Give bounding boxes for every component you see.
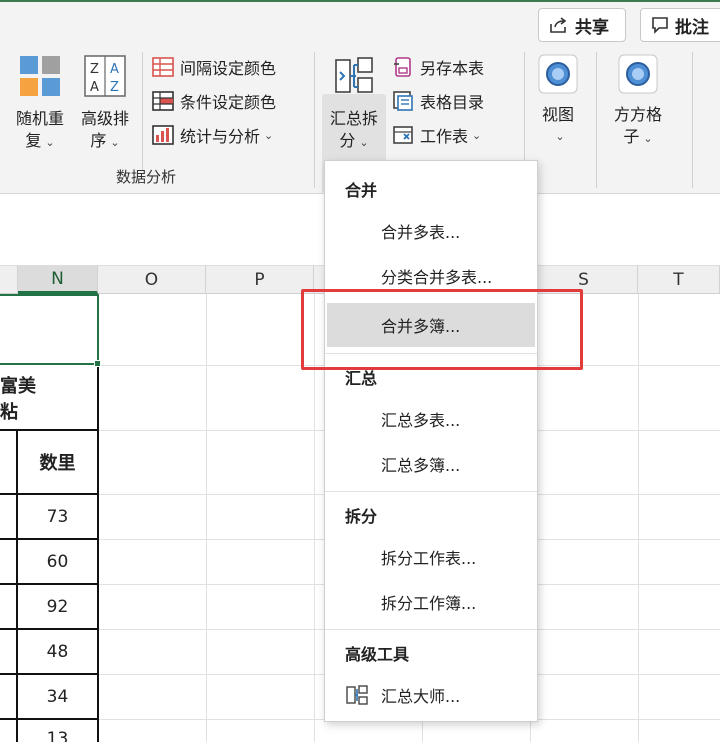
interval-color-icon [152, 57, 174, 77]
save-sheet-button[interactable]: 另存本表 [392, 52, 484, 82]
condition-color-button[interactable]: 条件设定颜色 [152, 86, 276, 116]
worksheet-icon [393, 126, 413, 144]
qty-cell: 48 [46, 641, 69, 662]
summary-master-icon [346, 685, 368, 705]
summarize-split-button[interactable]: 汇总拆 分 ⌄ [322, 54, 386, 154]
qty-cell: 13 [46, 729, 69, 742]
view-label: 视图 [541, 105, 574, 124]
column-header-p[interactable]: P [206, 266, 314, 294]
condition-color-label: 条件设定颜色 [180, 93, 277, 112]
interval-color-label: 间隔设定颜色 [180, 59, 277, 78]
menu-header-tools: 高级工具 [345, 645, 410, 664]
column-header-n[interactable]: N [18, 266, 98, 294]
top-strip: 共享 批注 [0, 0, 720, 44]
stats-analysis-icon [152, 125, 174, 145]
menu-item-summary-master[interactable]: 汇总大师... [327, 673, 535, 717]
group-label-data-analysis: 数据分析 [116, 168, 177, 186]
advanced-sort-button[interactable]: Z A A Z 高级排 序 ⌄ [74, 54, 136, 154]
comment-icon [652, 17, 668, 34]
svg-text:A: A [90, 80, 99, 95]
selected-cell[interactable] [0, 294, 99, 365]
save-sheet-icon [394, 57, 411, 77]
column-header-o[interactable]: O [98, 266, 206, 294]
menu-item-label: 拆分工作簿... [381, 594, 477, 613]
random-repeat-label-1: 随机重 [15, 109, 64, 128]
qty-cell: 92 [46, 596, 69, 617]
advanced-sort-label-1: 高级排 [80, 109, 129, 128]
stats-analysis-label: 统计与分析 [180, 127, 261, 146]
svg-text:Z: Z [110, 80, 119, 95]
qty-cell: 34 [46, 686, 69, 707]
summarize-split-label-2: 分 ⌄ [339, 131, 369, 150]
table-title-fragment: 富美粘 [0, 375, 36, 423]
menu-item-label: 汇总大师... [381, 687, 461, 706]
share-label: 共享 [575, 17, 609, 38]
fangfang-label-1: 方方格 [613, 105, 662, 124]
sheet-toc-label: 表格目录 [420, 93, 485, 112]
worksheet-button[interactable]: 工作表 ⌄ [392, 120, 481, 150]
ribbon-separator [314, 52, 315, 188]
menu-header-merge: 合并 [345, 181, 378, 200]
save-sheet-label: 另存本表 [420, 59, 485, 78]
share-button[interactable]: 共享 [538, 8, 626, 42]
random-repeat-button[interactable]: 随机重 复 ⌄ [10, 54, 70, 154]
summarize-split-icon [335, 57, 373, 93]
worksheet-label: 工作表 [420, 127, 469, 146]
ribbon-separator [692, 52, 693, 188]
ribbon-separator [596, 52, 597, 188]
menu-item-label: 汇总多簿... [381, 456, 461, 475]
menu-item-summary-books[interactable]: 汇总多簿... [327, 442, 535, 486]
menu-item-label: 拆分工作表... [381, 549, 477, 568]
svg-text:A: A [110, 62, 119, 77]
ribbon-separator [142, 52, 143, 170]
fangfang-grid-button[interactable]: 方方格 子 ⌄ [606, 54, 670, 150]
interval-color-button[interactable]: 间隔设定颜色 [152, 52, 276, 82]
sheet-toc-button[interactable]: 表格目录 [392, 86, 484, 116]
table-border [97, 366, 99, 742]
share-icon [550, 17, 567, 33]
menu-item-split-sheet[interactable]: 拆分工作表... [327, 535, 535, 579]
random-repeat-icon [20, 56, 60, 96]
red-highlight-annotation [301, 289, 583, 370]
qty-header: 数里 [39, 452, 76, 474]
svg-text:Z: Z [90, 62, 99, 77]
comment-button[interactable]: 批注 [640, 8, 720, 42]
random-repeat-label-2: 复 ⌄ [25, 131, 55, 150]
menu-item-label: 分类合并多表... [381, 268, 493, 287]
comment-label: 批注 [675, 17, 709, 38]
fangfang-label-2: 子 ⌄ [623, 127, 653, 146]
menu-separator [325, 491, 537, 492]
stats-analysis-button[interactable]: 统计与分析 ⌄ [152, 120, 273, 150]
condition-color-icon [152, 91, 174, 111]
menu-separator [325, 629, 537, 630]
advanced-sort-label-2: 序 ⌄ [90, 131, 120, 150]
view-button[interactable]: 视图 ⌄ [534, 54, 582, 148]
menu-item-summary-sheets[interactable]: 汇总多表... [327, 397, 535, 441]
view-icon [538, 54, 578, 94]
menu-item-split-book[interactable]: 拆分工作簿... [327, 580, 535, 624]
qty-cell: 73 [46, 506, 69, 527]
menu-item-label: 汇总多表... [381, 411, 461, 430]
menu-item-merge-sheets[interactable]: 合并多表... [327, 209, 535, 253]
menu-item-label: 合并多表... [381, 223, 461, 242]
column-header-t[interactable]: T [638, 266, 720, 294]
summarize-split-label-1: 汇总拆 [329, 109, 378, 128]
qty-cell: 60 [46, 551, 69, 572]
fangfang-icon [618, 54, 658, 94]
summarize-split-menu: 合并 合并多表... 分类合并多表... 合并多簿... 汇总 汇总多表... … [324, 160, 538, 722]
menu-header-split: 拆分 [345, 507, 378, 526]
sheet-toc-icon [393, 91, 413, 111]
sort-az-icon: Z A A Z [84, 55, 126, 97]
column-header-m[interactable] [0, 266, 18, 294]
view-chevron: ⌄ [555, 130, 565, 143]
